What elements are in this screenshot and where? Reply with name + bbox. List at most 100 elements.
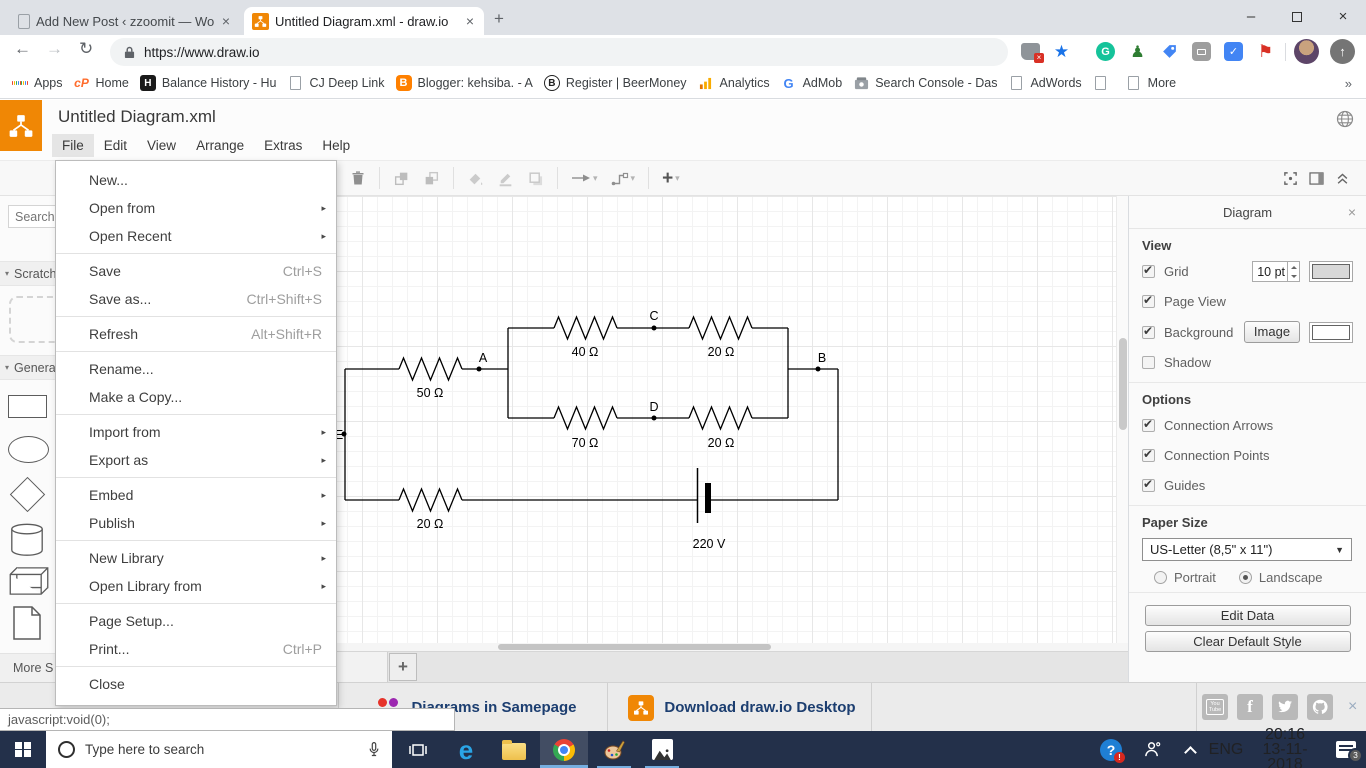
profile-avatar[interactable] bbox=[1294, 39, 1319, 64]
shape-cube[interactable] bbox=[8, 566, 50, 596]
taskbar-search[interactable] bbox=[46, 731, 392, 768]
line-color-icon[interactable] bbox=[497, 170, 514, 187]
bookmark-blogger[interactable]: B Blogger: kehsiba. - A bbox=[395, 75, 533, 91]
menu-item-open-from[interactable]: Open from ▸ bbox=[56, 194, 336, 222]
window-maximize-button[interactable] bbox=[1274, 0, 1320, 33]
insert-shape-icon[interactable]: + ▾ bbox=[662, 169, 680, 188]
bookmarks-overflow-icon[interactable]: » bbox=[1345, 76, 1352, 91]
new-tab-button[interactable]: + bbox=[494, 9, 504, 29]
file-explorer-taskbar-icon[interactable] bbox=[492, 731, 536, 768]
people-tray-icon[interactable] bbox=[1136, 731, 1168, 768]
browser-tab-word[interactable]: Add New Post ‹ zzoomit — Word × bbox=[10, 7, 240, 35]
check-extension-icon[interactable]: ✓ bbox=[1223, 41, 1244, 62]
connection-points-checkbox[interactable] bbox=[1142, 447, 1155, 462]
diagram-canvas[interactable]: 50 Ω 40 Ω 20 Ω 70 Ω 20 Ω 20 Ω A B C D E … bbox=[212, 196, 1128, 682]
browser-tab-drawio[interactable]: Untitled Diagram.xml - draw.io × bbox=[244, 7, 484, 35]
menu-item-new-library[interactable]: New Library ▸ bbox=[56, 544, 336, 572]
tab-close-icon[interactable]: × bbox=[220, 14, 232, 28]
horizontal-scroll-thumb[interactable] bbox=[498, 644, 771, 650]
connection-arrows-checkbox[interactable] bbox=[1142, 417, 1155, 432]
bookmark-more[interactable]: More bbox=[1126, 75, 1176, 91]
url-omnibox[interactable]: https://www.draw.io bbox=[110, 38, 1008, 66]
shape-document[interactable] bbox=[12, 605, 42, 641]
collapse-toolbar-icon[interactable] bbox=[1335, 171, 1350, 185]
back-icon[interactable]: ← bbox=[14, 39, 31, 59]
menu-item-open-recent[interactable]: Open Recent ▸ bbox=[56, 222, 336, 250]
chrome-taskbar-icon[interactable] bbox=[540, 731, 588, 768]
bookmark-admob[interactable]: G AdMob bbox=[781, 75, 843, 91]
shape-diamond[interactable] bbox=[9, 476, 46, 513]
vertical-scroll-thumb[interactable] bbox=[1119, 338, 1127, 430]
guides-checkbox[interactable] bbox=[1142, 477, 1155, 492]
cookie-blocked-icon[interactable]: × bbox=[1020, 41, 1044, 63]
to-back-icon[interactable] bbox=[423, 170, 440, 187]
grid-size-value[interactable]: 10 pt bbox=[1253, 262, 1287, 281]
photos-taskbar-icon[interactable] bbox=[640, 731, 684, 768]
menu-item-make-a-copy[interactable]: Make a Copy... bbox=[56, 383, 336, 411]
to-front-icon[interactable] bbox=[393, 170, 410, 187]
menu-item-print[interactable]: Ctrl+P Print... bbox=[56, 635, 336, 663]
bookmark-apps[interactable]: Apps bbox=[12, 75, 63, 91]
menu-item-open-library-from[interactable]: Open Library from ▸ bbox=[56, 572, 336, 600]
page-view-checkbox[interactable] bbox=[1142, 293, 1155, 308]
menu-item-refresh[interactable]: Alt+Shift+R Refresh bbox=[56, 320, 336, 348]
bookmark-cpanel-home[interactable]: cP Home bbox=[74, 75, 129, 91]
waypoint-style-icon[interactable]: ▾ bbox=[611, 170, 635, 186]
notification-center-icon[interactable]: 3 bbox=[1326, 731, 1366, 768]
bookmark-analytics[interactable]: Analytics bbox=[698, 75, 770, 91]
delete-icon[interactable] bbox=[350, 170, 366, 186]
menu-item-embed[interactable]: Embed ▸ bbox=[56, 481, 336, 509]
clear-default-style-button[interactable]: Clear Default Style bbox=[1144, 631, 1351, 652]
desktop-download-banner[interactable]: Download draw.io Desktop bbox=[617, 683, 867, 732]
menu-edit[interactable]: Edit bbox=[94, 134, 137, 157]
document-title[interactable]: Untitled Diagram.xml bbox=[58, 107, 216, 127]
fill-color-icon[interactable] bbox=[467, 170, 484, 187]
microphone-icon[interactable] bbox=[368, 741, 380, 758]
forward-icon[interactable]: → bbox=[46, 39, 63, 59]
menu-item-page-setup[interactable]: Page Setup... bbox=[56, 607, 336, 635]
menu-item-publish[interactable]: Publish ▸ bbox=[56, 509, 336, 537]
language-globe-icon[interactable] bbox=[1336, 110, 1354, 128]
horizontal-scrollbar[interactable] bbox=[212, 643, 1128, 651]
shape-ellipse[interactable] bbox=[8, 436, 49, 463]
menu-help[interactable]: Help bbox=[312, 134, 360, 157]
menu-item-save-as[interactable]: Ctrl+Shift+S Save as... bbox=[56, 285, 336, 313]
circuit-diagram[interactable]: 50 Ω 40 Ω 20 Ω 70 Ω 20 Ω 20 Ω A B C D E … bbox=[337, 200, 1110, 643]
close-footer-icon[interactable]: × bbox=[1348, 698, 1357, 716]
task-view-button[interactable] bbox=[396, 731, 440, 768]
menu-item-close[interactable]: Close bbox=[56, 670, 336, 698]
window-minimize-button[interactable]: – bbox=[1228, 0, 1274, 33]
bookmark-balance-history[interactable]: H Balance History - Hu bbox=[139, 75, 276, 91]
menu-view[interactable]: View bbox=[137, 134, 186, 157]
tag-extension-icon[interactable] bbox=[1159, 41, 1180, 62]
shadow-icon[interactable] bbox=[527, 170, 544, 187]
bookmark-cj-deep-link[interactable]: CJ Deep Link bbox=[287, 75, 385, 91]
browser-update-icon[interactable]: ↑ bbox=[1330, 39, 1355, 64]
background-color-button[interactable] bbox=[1309, 321, 1353, 343]
bookmark-beermoney[interactable]: B Register | BeerMoney bbox=[543, 75, 687, 91]
chess-extension-icon[interactable]: ♟ bbox=[1127, 41, 1148, 62]
wallet-extension-icon[interactable] bbox=[1191, 41, 1212, 62]
step-up-icon[interactable] bbox=[1288, 262, 1299, 272]
paper-size-select[interactable]: US-Letter (8,5" x 11") ▼ bbox=[1142, 538, 1352, 561]
grid-size-stepper[interactable]: 10 pt bbox=[1252, 261, 1300, 282]
start-button[interactable] bbox=[0, 731, 46, 768]
grid-checkbox[interactable] bbox=[1142, 263, 1155, 278]
format-panel-toggle-icon[interactable] bbox=[1309, 171, 1324, 185]
close-panel-icon[interactable]: × bbox=[1348, 204, 1356, 220]
window-close-button[interactable]: × bbox=[1320, 0, 1366, 33]
flag-extension-icon[interactable]: ⚑ bbox=[1255, 41, 1276, 62]
background-checkbox[interactable] bbox=[1142, 324, 1155, 339]
fullscreen-icon[interactable] bbox=[1283, 171, 1298, 186]
shape-cylinder[interactable] bbox=[8, 522, 46, 557]
help-tray-icon[interactable]: ?! bbox=[1094, 731, 1128, 768]
tab-close-icon[interactable]: × bbox=[464, 14, 476, 28]
connection-style-icon[interactable]: ▾ bbox=[571, 171, 598, 185]
shape-rectangle[interactable] bbox=[8, 395, 47, 418]
bookmark-star-icon[interactable]: ★ bbox=[1051, 41, 1072, 62]
portrait-radio[interactable] bbox=[1154, 571, 1167, 584]
background-image-button[interactable]: Image bbox=[1244, 321, 1300, 343]
github-icon[interactable] bbox=[1307, 694, 1333, 720]
edge-taskbar-icon[interactable]: e bbox=[444, 731, 488, 768]
grammarly-extension-icon[interactable]: G bbox=[1095, 41, 1116, 62]
